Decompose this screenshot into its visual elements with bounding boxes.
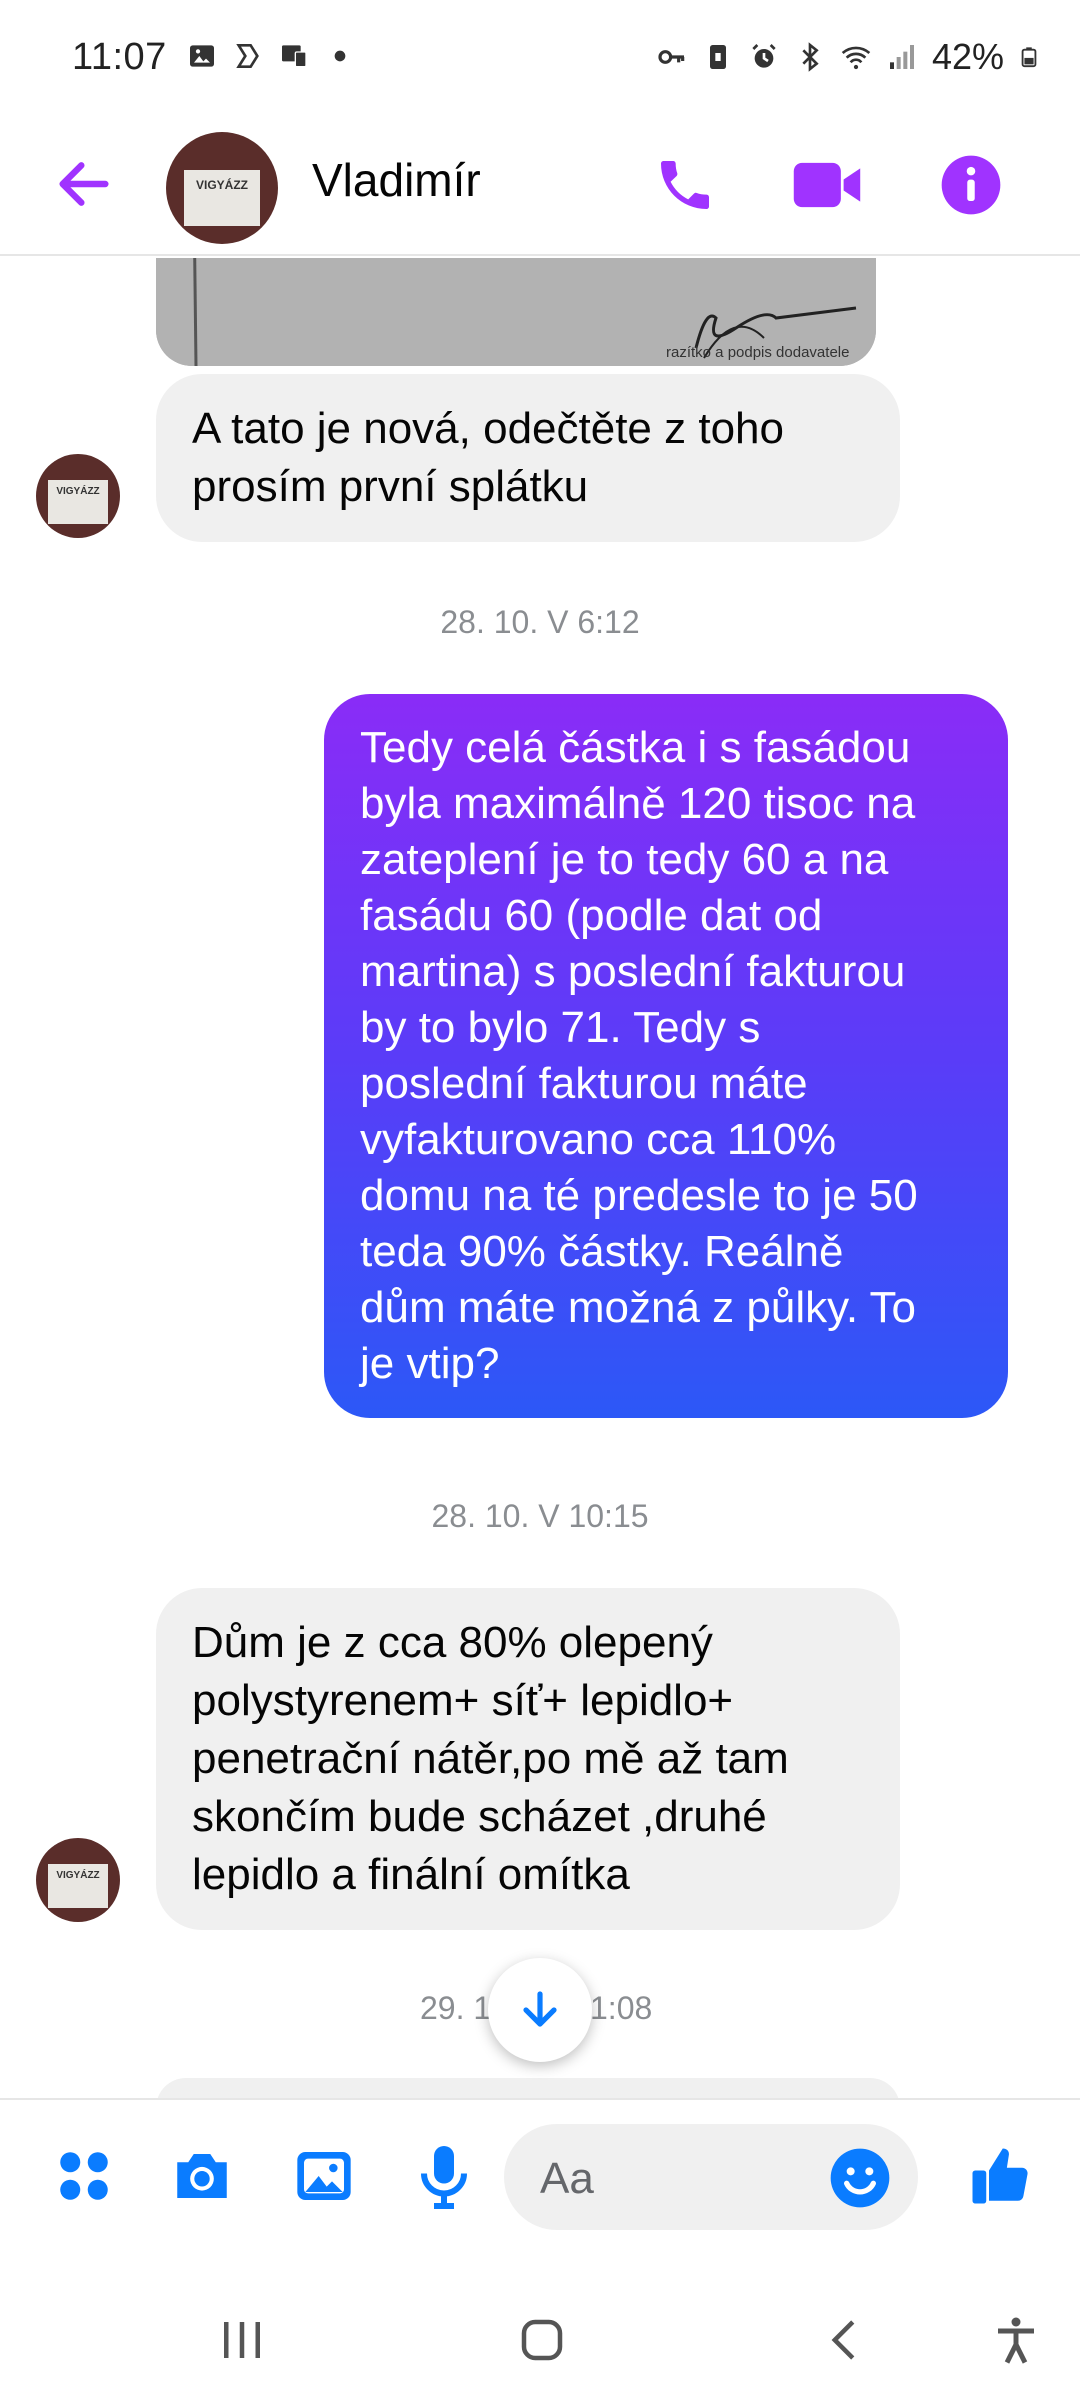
status-time: 11:07 [72,36,167,78]
voice-call-button[interactable] [640,140,730,230]
message-list[interactable]: razítko a podpis dodavatele VIGYÁZZ A ta… [0,258,1080,2098]
location-icon [236,44,259,68]
message-line: Dům je z cca 80% olepený [192,1618,713,1667]
message-line: je vtip? [360,1339,500,1388]
system-navigation-bar [0,2270,1080,2400]
alarm-icon [752,44,776,68]
phone-icon [661,161,709,209]
message-input-placeholder: Aa [540,2154,594,2203]
avatar-sign-text: VIGYÁZZ [56,1870,100,1881]
camera-button[interactable] [162,2136,242,2216]
message-line: lepidlo a finální omítka [192,1850,630,1899]
scroll-to-bottom-button[interactable] [488,1958,592,2062]
conversation-header: VIGYÁZZ Vladimír [0,120,1080,256]
back-icon [831,2320,855,2360]
message-line: domu na té predesle to je 50 [360,1171,918,1220]
accessibility-button[interactable] [976,2300,1056,2380]
incoming-message[interactable]: Dům je z cca 80% olepený polystyrenem+ s… [156,1588,900,1930]
wifi-icon [841,46,871,70]
outgoing-message[interactable]: Tedy celá částka i s fasádou byla maximá… [324,694,1008,1418]
message-line: poslední fakturou máte [360,1059,808,1108]
lock-icon [709,45,726,69]
status-bar: 11:07 42% [0,0,1080,120]
video-camera-icon [793,162,861,208]
message-line: prosím první splátku [192,462,589,511]
video-call-button[interactable] [782,140,872,230]
image-message[interactable]: razítko a podpis dodavatele [156,258,876,366]
apps-button[interactable] [44,2136,124,2216]
signal-icon [889,45,914,69]
status-right-icons: 42% [656,36,1040,78]
sender-avatar[interactable]: VIGYÁZZ [36,1838,120,1922]
apps-icon [60,2152,108,2200]
message-line: skončím bude scházet ,druhé [192,1792,767,1841]
timestamp-right: 1:08 [590,1990,653,2026]
message-line: teda 90% částky. Reálně [360,1227,844,1276]
incoming-message[interactable]: A tato je nová, odečtěte z toho prosím p… [156,374,900,542]
message-line: byla maximálně 120 tisoc na [360,779,916,828]
message-line: polystyrenem+ síť+ lepidlo+ [192,1676,734,1725]
message-line: Tedy celá částka i s fasádou [360,723,911,772]
like-button[interactable] [960,2136,1040,2216]
battery-icon [1021,47,1037,68]
sender-avatar[interactable]: VIGYÁZZ [36,454,120,538]
recent-apps-icon [224,2322,260,2358]
avatar-sign: VIGYÁZZ [184,170,260,226]
gallery-icon [297,2152,351,2200]
image-caption: razítko a podpis dodavatele [666,344,850,361]
battery-percent: 42% [931,36,1004,77]
message-timestamp: 28. 10. V 10:15 [431,1498,649,1534]
arrow-down-icon [523,1991,557,2027]
message-composer: Aa [0,2098,1080,2258]
thumbs-up-icon [972,2148,1028,2204]
timestamp-left: 29. 1 [420,1990,492,2026]
message-line: penetrační nátěr,po mě až tam [192,1734,789,1783]
voice-message-button[interactable] [404,2136,484,2216]
avatar-sign-text: VIGYÁZZ [56,486,100,497]
emoji-icon [830,2148,890,2208]
home-button[interactable] [502,2300,582,2380]
info-icon [941,155,1001,215]
status-left-icons [186,40,356,72]
gallery-icon [190,45,214,67]
recent-apps-button[interactable] [202,2300,282,2380]
message-line: by to bylo 71. Tedy s [360,1003,761,1052]
cast-icon [282,45,307,68]
avatar-sign: VIGYÁZZ [48,1864,108,1908]
home-icon [521,2319,563,2361]
message-line: dům máte možná z půlky. To [360,1283,916,1332]
conversation-info-button[interactable] [926,140,1016,230]
message-line: vyfakturovano cca 110% [360,1115,837,1164]
camera-icon [177,2154,227,2198]
message-input[interactable]: Aa [504,2124,918,2230]
message-line: A tato je nová, odečtěte z toho [192,404,784,453]
arrow-left-icon [59,162,109,206]
contact-avatar[interactable]: VIGYÁZZ [166,132,278,244]
message-timestamp: 28. 10. V 6:12 [440,604,640,640]
accessibility-icon [998,2317,1034,2364]
message-line: martina) s poslední fakturou [360,947,906,996]
avatar-sign: VIGYÁZZ [48,480,108,524]
message-line: fasádu 60 (podle dat od [360,891,823,940]
avatar-sign-text: VIGYÁZZ [195,178,248,192]
microphone-icon [421,2146,467,2209]
back-button[interactable] [44,144,124,224]
dot-icon [334,50,346,62]
incoming-message-partial[interactable] [156,2078,900,2098]
key-icon [658,50,685,64]
contact-name[interactable]: Vladimír [312,144,481,218]
message-line: zateplení je to tedy 60 a na [360,835,889,884]
gallery-button[interactable] [284,2136,364,2216]
emoji-button[interactable] [824,2142,896,2214]
back-nav-button[interactable] [806,2300,886,2380]
bluetooth-icon [802,42,819,72]
